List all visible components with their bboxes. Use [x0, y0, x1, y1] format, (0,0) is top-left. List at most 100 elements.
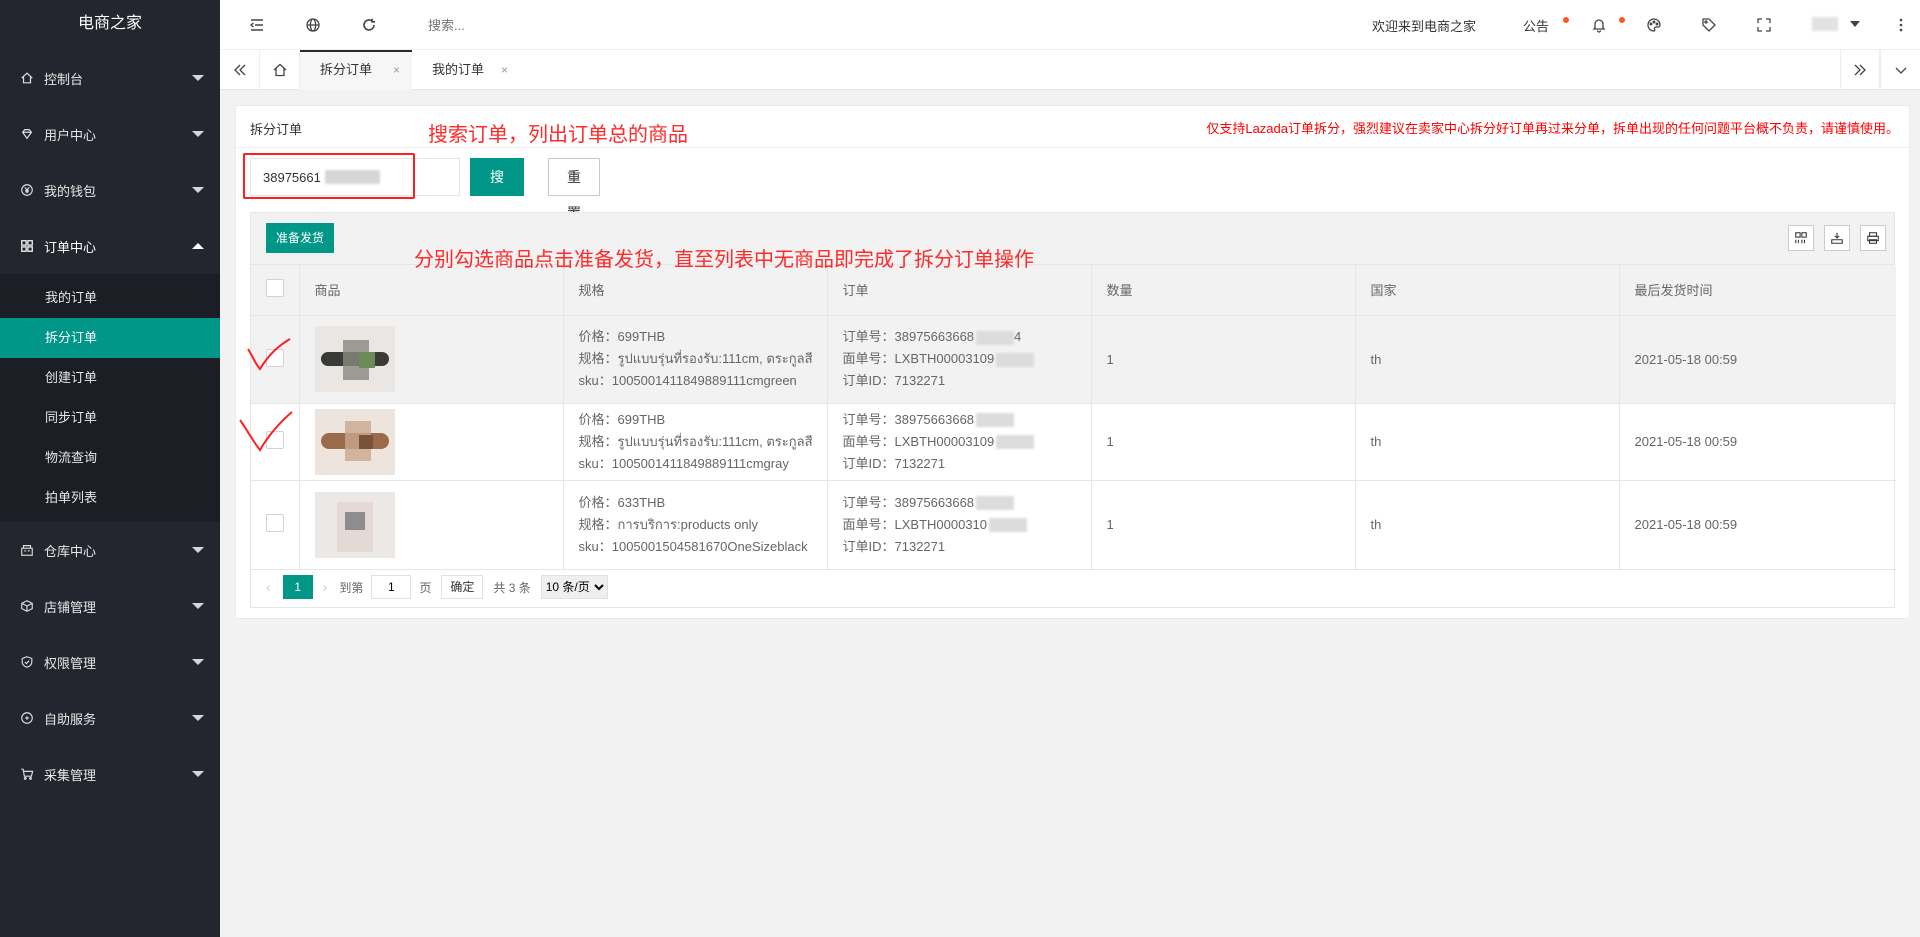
tab-my-orders[interactable]: 我的订单 ×: [412, 50, 520, 90]
sidebar-subitem-purchase-list[interactable]: 拍单列表: [0, 478, 220, 518]
palette-icon[interactable]: [1645, 16, 1663, 34]
sidebar-item-label: 控制台: [44, 71, 84, 87]
select-all-checkbox[interactable]: [266, 279, 284, 298]
tab-label: 我的订单: [432, 62, 485, 77]
sidebar-item-label: 店铺管理: [44, 599, 97, 615]
product-cell: [299, 403, 564, 481]
user-dropdown-icon[interactable]: [1850, 21, 1860, 27]
order-number-text: 订单号：38975663668 4: [843, 326, 1076, 348]
tabs-scroll-right-icon[interactable]: [1840, 50, 1880, 90]
header-search-input[interactable]: [428, 14, 628, 36]
table-row[interactable]: 价格：699THB 规格：รูปแบบรุ่นที่รองรับ:111cm, …: [251, 315, 1896, 404]
order-cell: 订单号：38975663668 4 面单号：LXBTH00003109 订单ID：…: [827, 315, 1092, 404]
more-vertical-icon[interactable]: [1892, 16, 1910, 34]
search-button[interactable]: 搜索: [470, 158, 524, 223]
tabs-menu-chevron-down-icon[interactable]: [1880, 50, 1920, 90]
tabs-scroll-left-icon[interactable]: [220, 50, 260, 90]
product-thumbnail[interactable]: [314, 408, 395, 475]
product-cell: [299, 480, 564, 570]
sidebar-subitem-create-order[interactable]: 创建订单: [0, 358, 220, 398]
table-header-row: 商品 规格 订单 数量 国家 最后发货时间: [251, 265, 1896, 316]
waybill-value: 面单号：LXBTH00003109: [842, 351, 995, 366]
close-icon[interactable]: ×: [393, 52, 400, 88]
column-header[interactable]: 规格: [563, 265, 828, 316]
sidebar-item-self-service[interactable]: 自助服务: [0, 690, 220, 746]
sidebar-item-dashboard[interactable]: 控制台: [0, 50, 220, 106]
next-page-icon[interactable]: ›: [323, 579, 328, 595]
goods-table: 准备发货 分别勾选商品点击准备发货，直至列表中无商品即完成了拆分订单操作 商品 …: [250, 212, 1896, 608]
sidebar-item-store[interactable]: 店铺管理: [0, 578, 220, 634]
table-row[interactable]: 价格：699THB 规格：รูปแบบรุ่นที่รองรับ:111cm, …: [251, 403, 1896, 481]
reset-button[interactable]: 重置: [548, 158, 600, 221]
caret-down-icon: [192, 131, 204, 137]
sidebar-item-user-center[interactable]: 用户中心: [0, 106, 220, 162]
prepare-ship-button[interactable]: 准备发货: [266, 223, 335, 253]
globe-icon[interactable]: [304, 16, 322, 34]
refresh-icon[interactable]: [360, 16, 378, 34]
export-icon[interactable]: [1824, 225, 1850, 251]
goods-table-grid: 商品 规格 订单 数量 国家 最后发货时间 价格：699THB 规格：รูปแบ…: [251, 265, 1896, 570]
columns-filter-icon[interactable]: [1788, 225, 1814, 251]
tab-split-order[interactable]: 拆分订单 ×: [300, 50, 412, 90]
row-check-cell: [251, 480, 300, 570]
menu-fold-icon[interactable]: [248, 16, 266, 34]
order-number-value: 订单号：38975663668: [842, 411, 975, 427]
row-check-cell: [251, 315, 300, 404]
sidebar: 电商之家 控制台 用户中心 我的钱包 订单中心 我的订单 拆分订单 创建订单 同…: [0, 0, 220, 937]
row-checkbox[interactable]: [266, 514, 284, 532]
sidebar-subitem-sync-order[interactable]: 同步订单: [0, 398, 220, 438]
caret-down-icon: [192, 603, 204, 609]
annotation-search: 搜索订单，列出订单总的商品: [428, 124, 688, 146]
yen-icon: [20, 183, 34, 197]
caret-down-icon: [192, 187, 204, 193]
total-count: 共 3 条: [493, 580, 531, 595]
notice-link[interactable]: 公告: [1523, 16, 1549, 35]
column-header[interactable]: 国家: [1355, 265, 1620, 316]
sidebar-subitem-my-orders[interactable]: 我的订单: [0, 278, 220, 318]
page-title: 拆分订单: [250, 122, 303, 137]
column-header[interactable]: 数量: [1091, 265, 1356, 316]
column-header[interactable]: 最后发货时间: [1619, 265, 1896, 316]
sidebar-subitem-logistics[interactable]: 物流查询: [0, 438, 220, 478]
sidebar-item-wallet[interactable]: 我的钱包: [0, 162, 220, 218]
column-header[interactable]: 订单: [827, 265, 1092, 316]
table-row[interactable]: 价格：633THB 规格：การบริการ:products only sku…: [251, 480, 1896, 570]
price-text: 价格：633THB: [578, 494, 666, 510]
home-tab-icon[interactable]: [260, 50, 300, 90]
bell-icon[interactable]: [1590, 16, 1608, 34]
order-cell: 订单号：38975663668 面单号：LXBTH0000310 订单ID：71…: [827, 480, 1092, 570]
home-icon: [20, 71, 34, 85]
page-jump-input[interactable]: [371, 575, 412, 599]
sidebar-item-order-center[interactable]: 订单中心: [0, 218, 220, 274]
tab-label: 拆分订单: [320, 62, 373, 77]
table-toolbar: 准备发货 分别勾选商品点击准备发货，直至列表中无商品即完成了拆分订单操作: [251, 213, 1894, 271]
notice-dot-icon: [1563, 17, 1569, 23]
current-page[interactable]: 1: [282, 575, 313, 599]
tag-icon[interactable]: [1700, 16, 1718, 34]
print-icon[interactable]: [1860, 225, 1886, 251]
app-logo[interactable]: 电商之家: [0, 0, 220, 50]
prev-page-icon[interactable]: ‹: [266, 579, 271, 595]
sidebar-item-warehouse[interactable]: 仓库中心: [0, 522, 220, 578]
row-checkbox[interactable]: [266, 348, 284, 367]
waybill-value: 面单号：LXBTH0000310: [842, 516, 988, 532]
sidebar-item-label: 用户中心: [44, 127, 97, 143]
qty-cell: 1: [1091, 315, 1356, 404]
product-thumbnail[interactable]: [314, 491, 395, 558]
sidebar-item-permissions[interactable]: 权限管理: [0, 634, 220, 690]
row-checkbox[interactable]: [266, 431, 284, 449]
caret-down-icon: [192, 659, 204, 665]
product-thumbnail[interactable]: [314, 326, 395, 392]
sidebar-subitem-split-order[interactable]: 拆分订单: [0, 318, 220, 358]
order-id-text: 订单ID：7132271: [842, 538, 946, 554]
sidebar-item-collection[interactable]: 采集管理: [0, 746, 220, 802]
fullscreen-icon[interactable]: [1755, 16, 1773, 34]
user-avatar[interactable]: [1812, 17, 1838, 31]
product-cell: [299, 315, 564, 404]
price-text: 价格：699THB: [578, 329, 666, 344]
close-icon[interactable]: ×: [501, 50, 508, 90]
column-header[interactable]: 商品: [299, 265, 564, 316]
order-number-value: 订单号：38975663668: [842, 494, 975, 510]
page-size-select[interactable]: 10 条/页: [540, 575, 608, 599]
page-jump-confirm-button[interactable]: 确定: [441, 575, 484, 599]
